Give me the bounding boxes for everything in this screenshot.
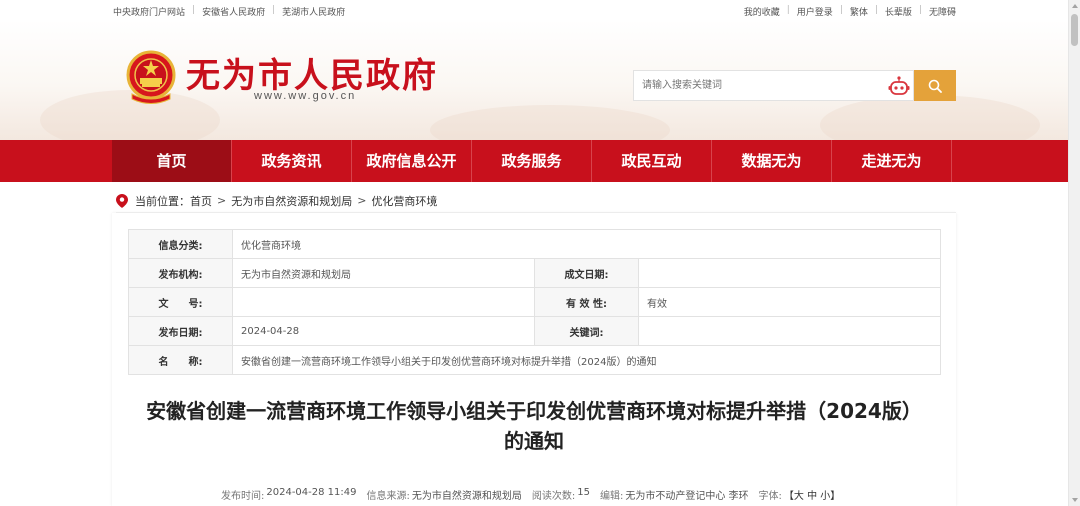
- site-header: 无为市人民政府 www.ww.gov.cn: [0, 20, 1068, 140]
- publish-time-label: 发布时间:: [221, 491, 265, 502]
- nav-item-gov-info-disclosure[interactable]: 政府信息公开: [352, 140, 472, 182]
- views-value: 15: [577, 487, 590, 498]
- link-wuhu-gov[interactable]: 芜湖市人民政府: [282, 5, 345, 18]
- doc-number-label: 文 号:: [128, 287, 233, 317]
- breadcrumb: 当前位置： 首页 > 无为市自然资源和规划局 > 优化营商环境: [116, 189, 956, 213]
- created-date-value: [638, 258, 941, 288]
- keywords-label: 关键词:: [534, 316, 639, 346]
- table-row: 发布日期: 2024-04-28 关键词:: [128, 316, 941, 346]
- breadcrumb-bureau[interactable]: 无为市自然资源和规划局: [231, 193, 352, 209]
- top-utility-bar: 中央政府门户网站 | 安徽省人民政府 | 芜湖市人民政府 我的收藏 | 用户登录…: [0, 0, 1068, 20]
- font-size-label: 字体:: [758, 491, 782, 502]
- article-meta: 发布时间: 2024-04-28 11:49 信息来源: 无为市自然资源和规划局…: [221, 487, 840, 502]
- nav-item-gov-news[interactable]: 政务资讯: [232, 140, 352, 182]
- name-label: 名 称:: [128, 345, 233, 375]
- name-value: 安徽省创建一流营商环境工作领导小组关于印发创优营商环境对标提升举措（2024版）…: [232, 345, 941, 375]
- table-row: 文 号: 有 效 性: 有效: [128, 287, 941, 317]
- search-icon: [928, 79, 942, 93]
- search-button[interactable]: [914, 70, 956, 101]
- scroll-up-icon[interactable]: [1072, 4, 1078, 8]
- breadcrumb-current[interactable]: 优化营商环境: [371, 193, 437, 209]
- divider: |: [272, 5, 276, 15]
- source-value: 无为市自然资源和规划局: [411, 491, 522, 502]
- font-size-selector[interactable]: 【大 中 小】: [784, 487, 840, 502]
- publish-date-value: 2024-04-28: [232, 316, 535, 346]
- location-pin-icon: [116, 193, 128, 208]
- link-elder-version[interactable]: 长辈版: [885, 5, 912, 18]
- search-box: [633, 70, 914, 101]
- validity-label: 有 效 性:: [534, 287, 639, 317]
- views-label: 阅读次数:: [531, 491, 576, 502]
- link-central-gov[interactable]: 中央政府门户网站: [113, 5, 185, 18]
- scroll-down-icon[interactable]: [1072, 498, 1078, 502]
- search-input[interactable]: [634, 71, 874, 100]
- link-user-login[interactable]: 用户登录: [797, 5, 833, 18]
- nav-item-home[interactable]: 首页: [112, 140, 232, 182]
- table-row: 发布机构: 无为市自然资源和规划局 成文日期:: [128, 258, 941, 288]
- category-value: 优化营商环境: [232, 229, 941, 259]
- divider: |: [192, 5, 196, 15]
- publisher-label: 发布机构:: [128, 258, 233, 288]
- national-emblem-icon[interactable]: [126, 50, 176, 104]
- header-decoration: [820, 95, 1040, 140]
- scrollbar-thumb[interactable]: [1071, 14, 1078, 46]
- table-row: 信息分类: 优化营商环境: [128, 229, 941, 259]
- editor-value: 无为市不动产登记中心 李环: [625, 491, 749, 502]
- link-traditional-chinese[interactable]: 繁体: [850, 5, 868, 18]
- created-date-label: 成文日期:: [534, 258, 639, 288]
- divider: |: [918, 5, 922, 15]
- link-anhui-gov[interactable]: 安徽省人民政府: [202, 5, 265, 18]
- publish-date-label: 发布日期:: [128, 316, 233, 346]
- breadcrumb-separator: >: [357, 194, 367, 207]
- nav-item-data[interactable]: 数据无为: [712, 140, 832, 182]
- link-favorites[interactable]: 我的收藏: [744, 5, 780, 18]
- nav-item-interaction[interactable]: 政民互动: [592, 140, 712, 182]
- info-table: 信息分类: 优化营商环境 发布机构: 无为市自然资源和规划局 成文日期: 文 号…: [128, 229, 941, 375]
- site-domain: www.ww.gov.cn: [254, 90, 357, 102]
- table-row: 名 称: 安徽省创建一流营商环境工作领导小组关于印发创优营商环境对标提升举措（2…: [128, 345, 941, 375]
- breadcrumb-label: 当前位置：: [135, 194, 190, 208]
- divider: |: [786, 5, 790, 15]
- article-title: 安徽省创建一流营商环境工作领导小组关于印发创优营商环境对标提升举措（2024版）…: [146, 399, 922, 453]
- nav-item-gov-services[interactable]: 政务服务: [472, 140, 592, 182]
- page-scrollbar[interactable]: [1068, 0, 1080, 506]
- link-accessibility[interactable]: 无障碍: [929, 5, 956, 18]
- main-nav: 首页 政务资讯 政府信息公开 政务服务 政民互动 数据无为 走进无为: [0, 140, 1068, 182]
- editor-label: 编辑:: [599, 491, 624, 502]
- source-label: 信息来源:: [366, 491, 410, 502]
- robot-assistant-icon[interactable]: [888, 75, 910, 97]
- divider: |: [839, 5, 843, 15]
- validity-value: 有效: [638, 287, 941, 317]
- top-right-links: 我的收藏 | 用户登录 | 繁体 | 长辈版 | 无障碍: [744, 5, 956, 18]
- keywords-value: [638, 316, 941, 346]
- nav-item-about[interactable]: 走进无为: [832, 140, 952, 182]
- divider: |: [874, 5, 878, 15]
- publish-time-value: 2024-04-28 11:49: [266, 487, 357, 498]
- category-label: 信息分类:: [128, 229, 233, 259]
- breadcrumb-home[interactable]: 首页: [190, 193, 212, 209]
- publisher-value: 无为市自然资源和规划局: [232, 258, 535, 288]
- breadcrumb-separator: >: [217, 194, 227, 207]
- header-decoration: [430, 105, 670, 140]
- doc-number-value: [232, 287, 535, 317]
- top-left-links: 中央政府门户网站 | 安徽省人民政府 | 芜湖市人民政府: [113, 5, 345, 18]
